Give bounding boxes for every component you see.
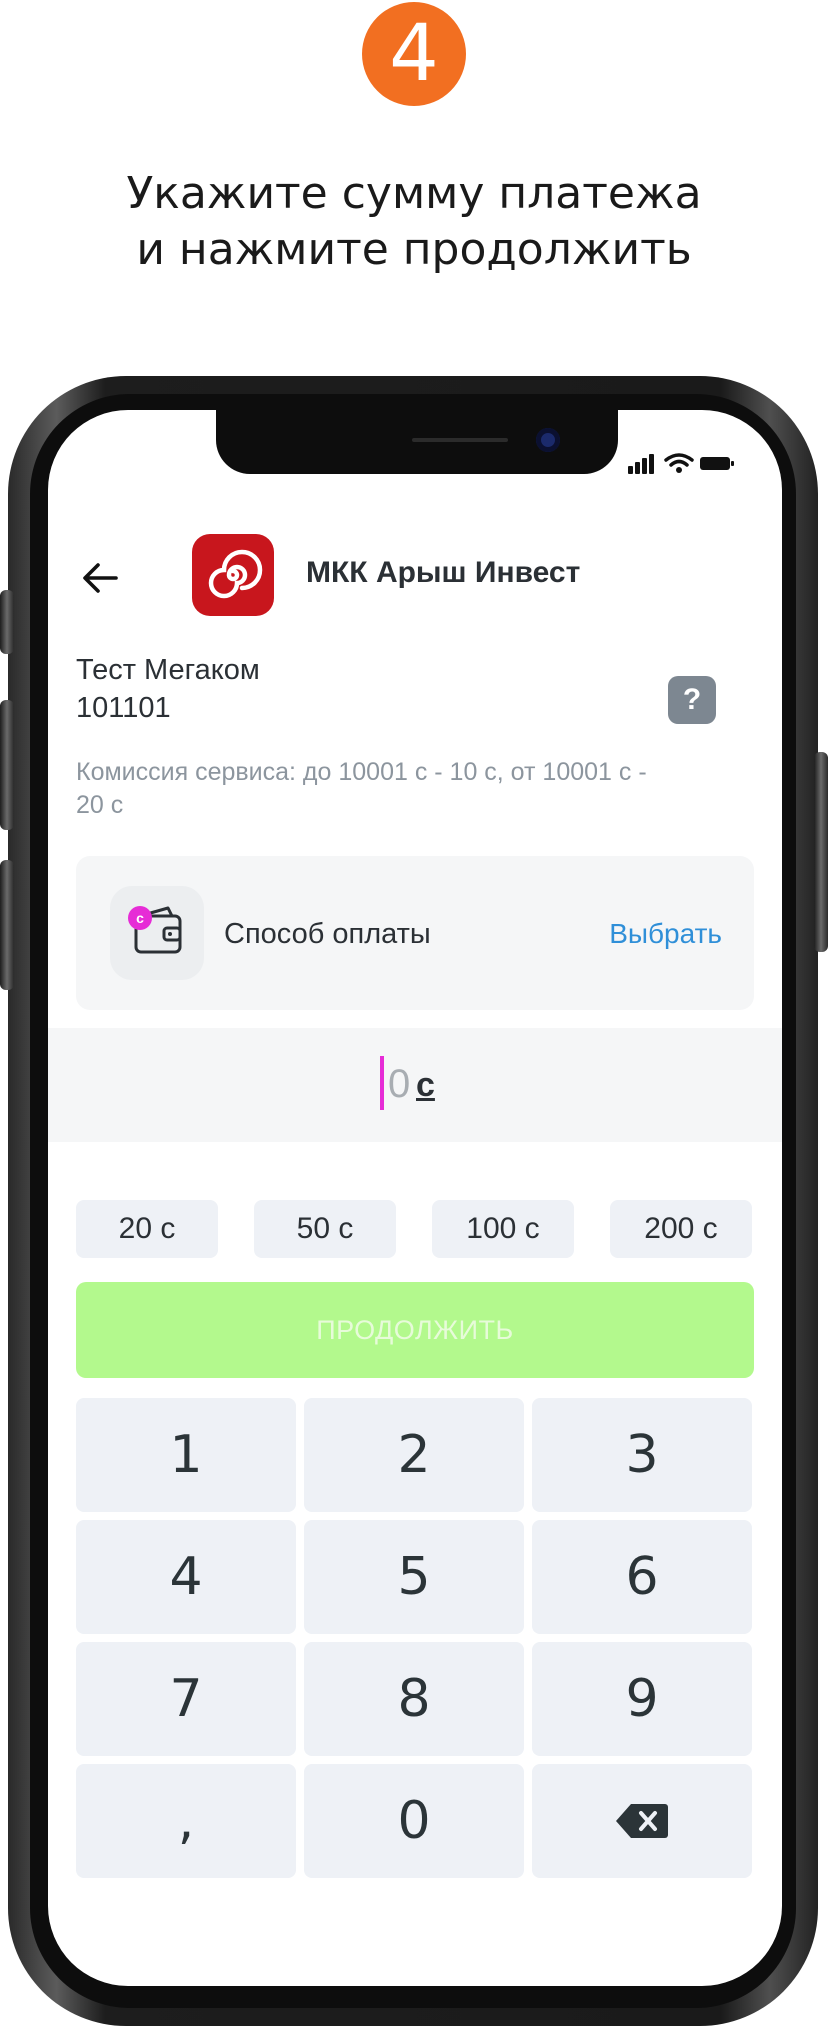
arrow-left-icon (83, 563, 118, 593)
key-9[interactable]: 9 (532, 1642, 752, 1756)
key-comma[interactable]: , (76, 1764, 296, 1878)
text-cursor (380, 1056, 384, 1110)
step-number-badge: 4 (362, 2, 466, 106)
wifi-icon (664, 453, 694, 473)
key-6[interactable]: 6 (532, 1520, 752, 1634)
merchant-logo (192, 534, 274, 616)
key-8[interactable]: 8 (304, 1642, 524, 1756)
amount-input[interactable]: 0 с (48, 1028, 782, 1142)
heading-line-2: и нажмите продолжить (136, 224, 692, 275)
quick-amounts: 20 с 50 с 100 с 200 с (76, 1200, 754, 1260)
phone-volume-down-button (0, 860, 14, 990)
back-button[interactable] (80, 558, 120, 598)
key-4[interactable]: 4 (76, 1520, 296, 1634)
key-7[interactable]: 7 (76, 1642, 296, 1756)
phone-power-button (814, 752, 828, 952)
payment-method-label: Способ оплаты (224, 918, 431, 950)
wallet-icon-box: с (110, 886, 204, 980)
key-0[interactable]: 0 (304, 1764, 524, 1878)
amount-value: 0 (388, 1062, 411, 1106)
quick-amount-50[interactable]: 50 с (254, 1200, 396, 1258)
phone-side-button (0, 590, 14, 654)
merchant-name: МКК Арыш Инвест (306, 556, 581, 589)
account-number: 101101 (76, 692, 171, 724)
battery-icon (700, 457, 734, 470)
key-2[interactable]: 2 (304, 1398, 524, 1512)
status-bar (628, 452, 738, 474)
heading-line-1: Укажите сумму платежа (126, 168, 702, 219)
currency-label: с (416, 1066, 435, 1104)
continue-button[interactable]: ПРОДОЛЖИТЬ (76, 1282, 754, 1378)
key-1[interactable]: 1 (76, 1398, 296, 1512)
quick-amount-100[interactable]: 100 с (432, 1200, 574, 1258)
wallet-icon (134, 906, 182, 954)
app-screen: МКК Арыш Инвест Тест Мегаком 101101 ? Ко… (48, 410, 782, 1986)
payment-method-card[interactable]: с Способ оплаты Выбрать (76, 856, 754, 1010)
key-backspace[interactable] (532, 1764, 752, 1878)
help-button[interactable]: ? (668, 676, 716, 724)
quick-amount-20[interactable]: 20 с (76, 1200, 218, 1258)
choose-payment-link[interactable]: Выбрать (609, 918, 722, 950)
commission-info: Комиссия сервиса: до 10001 с - 10 с, от … (76, 758, 647, 819)
coin-badge: с (128, 906, 152, 930)
key-3[interactable]: 3 (532, 1398, 752, 1512)
backspace-icon (616, 1804, 668, 1838)
camera-icon (536, 428, 560, 452)
instruction-heading: Укажите сумму платежа и нажмите продолжи… (0, 166, 828, 278)
account-name: Тест Мегаком (76, 654, 260, 686)
quick-amount-200[interactable]: 200 с (610, 1200, 752, 1258)
phone-volume-up-button (0, 700, 14, 830)
speaker-grille (412, 438, 508, 442)
phone-notch (216, 410, 618, 474)
key-5[interactable]: 5 (304, 1520, 524, 1634)
spiral-logo-icon (208, 549, 263, 599)
